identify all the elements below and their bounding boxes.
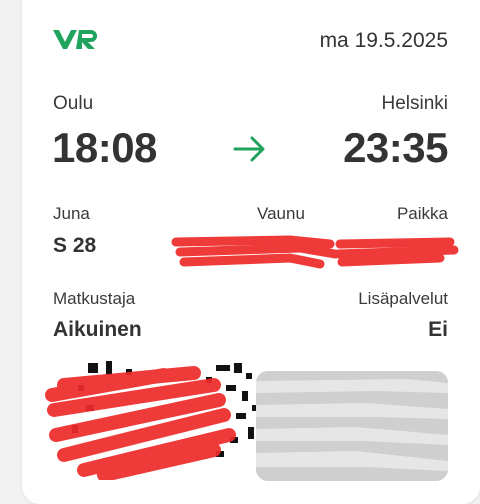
map-stripes bbox=[256, 371, 448, 481]
passenger-type: Aikuinen bbox=[53, 318, 142, 341]
car-label: Vaunu bbox=[257, 204, 305, 223]
train-number: S 28 bbox=[53, 234, 97, 257]
departure-time: 18:08 bbox=[52, 124, 157, 171]
seat-map-thumbnail[interactable] bbox=[256, 371, 448, 481]
ticket-card: ma 19.5.2025 Oulu Helsinki 18:08 23:35 J… bbox=[22, 0, 480, 504]
destination-station: Helsinki bbox=[381, 93, 448, 114]
arrow-right-icon bbox=[233, 136, 265, 162]
travel-date: ma 19.5.2025 bbox=[319, 29, 448, 52]
vr-logo bbox=[53, 30, 97, 49]
seat-label: Paikka bbox=[396, 204, 448, 223]
arrival-time: 23:35 bbox=[343, 124, 448, 171]
passenger-label: Matkustaja bbox=[53, 289, 136, 308]
origin-station: Oulu bbox=[53, 93, 94, 114]
extras-value: Ei bbox=[428, 318, 448, 341]
train-label: Juna bbox=[53, 204, 90, 223]
qr-pattern bbox=[72, 361, 262, 457]
extras-label: Lisäpalvelut bbox=[358, 289, 448, 308]
ticket-qr-code bbox=[66, 355, 266, 470]
